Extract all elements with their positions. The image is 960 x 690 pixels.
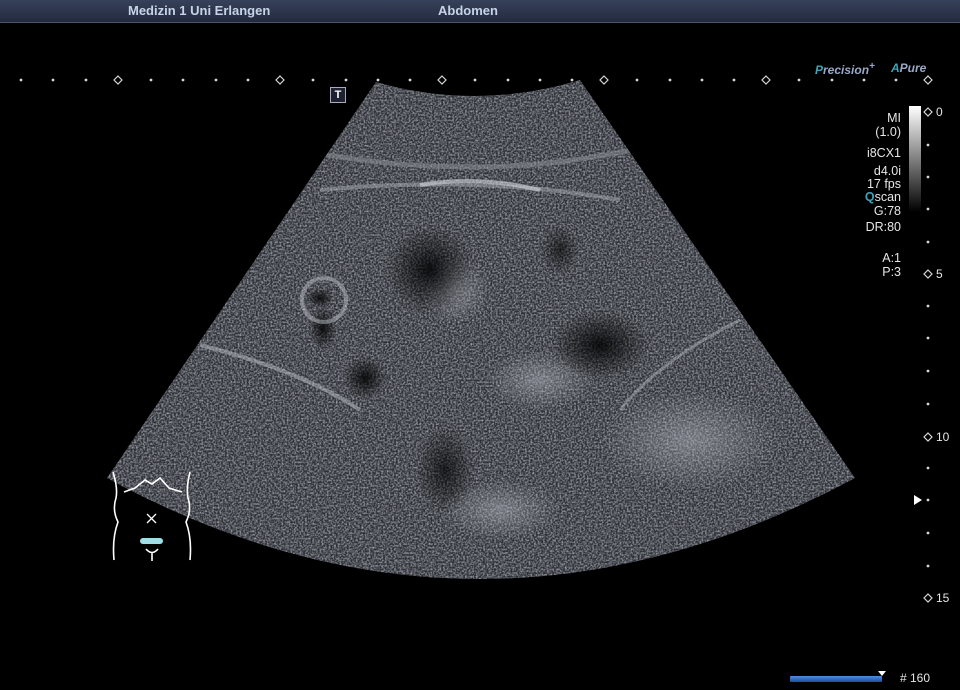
qscan-label: Qscan	[864, 190, 901, 204]
ultrasound-canvas	[19, 75, 933, 603]
probe-label: i8CX1	[866, 146, 901, 160]
cine-progress-bar[interactable]	[790, 676, 882, 682]
depth-label-15: 15	[936, 591, 950, 605]
frame-counter: # 160	[899, 671, 930, 685]
p-value: P:3	[882, 265, 901, 279]
gain-value: G:78	[873, 204, 901, 218]
depth-label-10: 10	[936, 430, 950, 444]
ultrasound-sector-image	[107, 80, 855, 579]
probe-position-marker	[140, 538, 163, 544]
depth-label-5: 5	[936, 267, 943, 281]
lateral-scale	[19, 75, 933, 85]
mi-value: (1.0)	[875, 125, 901, 139]
focus-marker-icon[interactable]	[914, 495, 922, 505]
mi-label: MI	[887, 111, 901, 125]
orientation-t-marker[interactable]: T	[330, 87, 346, 103]
grayscale-bar	[909, 106, 921, 212]
cine-position-marker-icon[interactable]	[878, 671, 886, 676]
a-value: A:1	[882, 251, 901, 265]
depth-label-0: 0	[936, 105, 943, 119]
dynamic-range-value: DR:80	[865, 220, 901, 234]
